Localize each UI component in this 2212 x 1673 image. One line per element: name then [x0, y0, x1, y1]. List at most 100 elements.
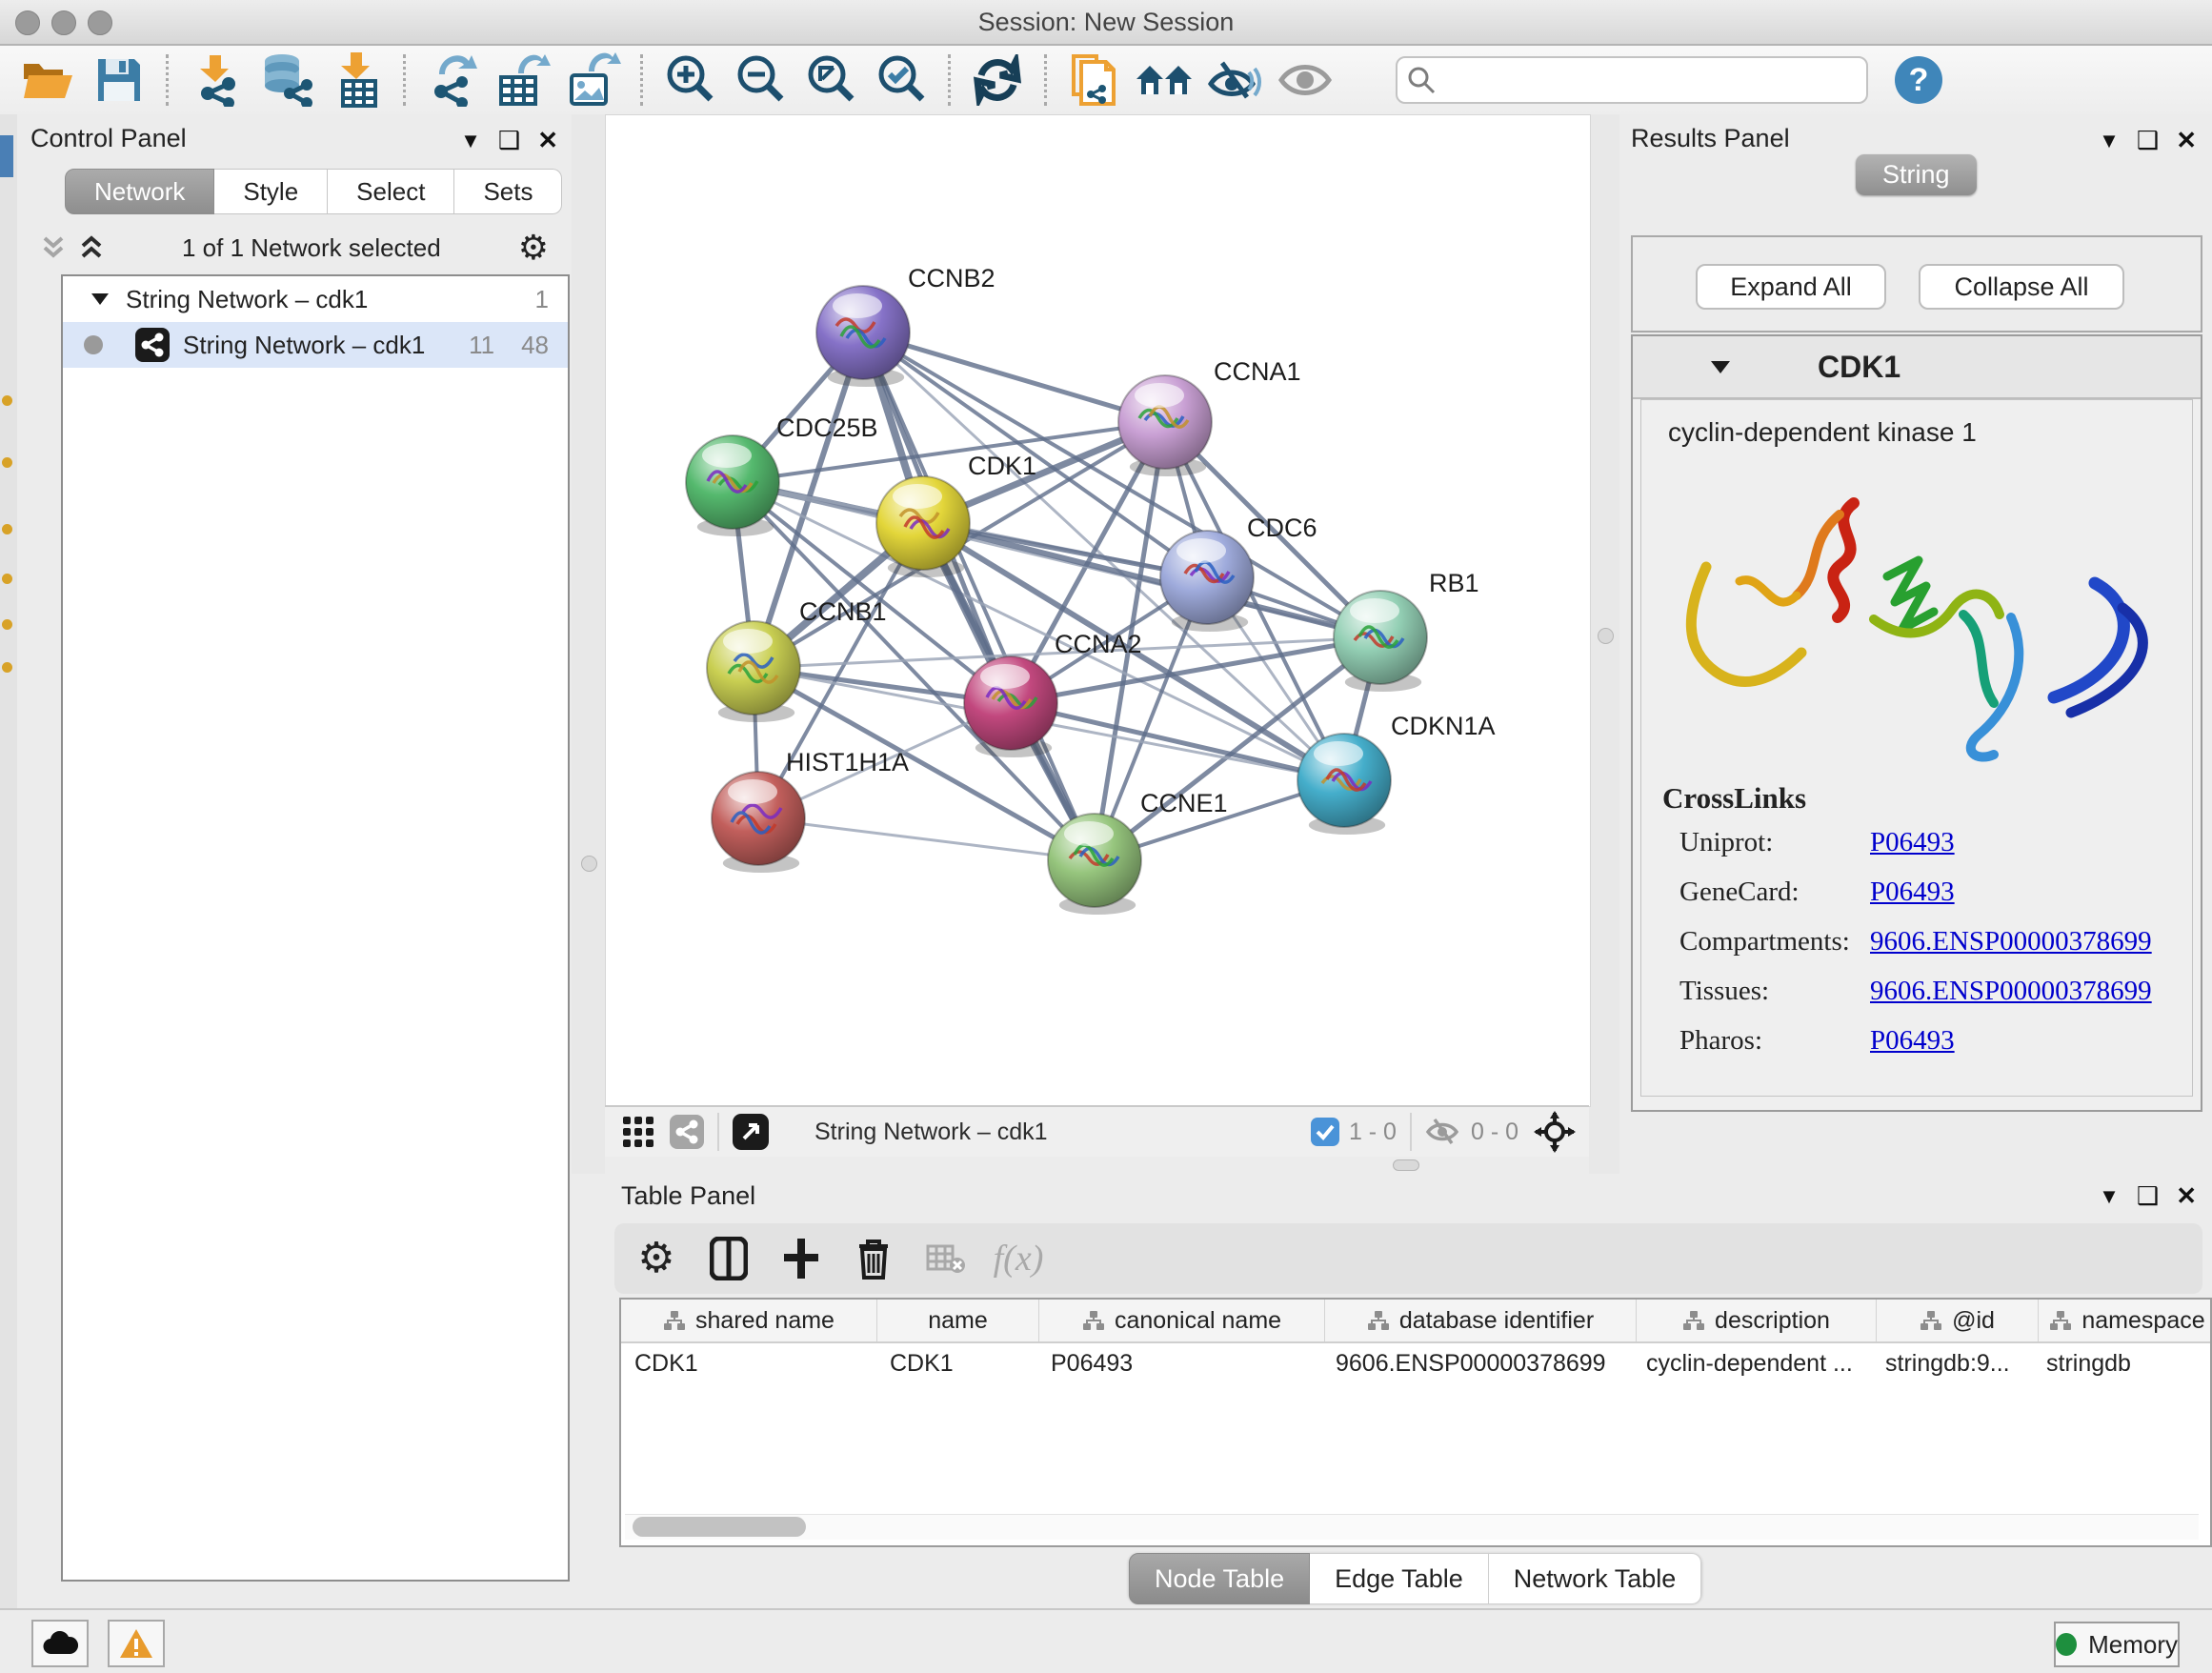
export-table-icon[interactable]	[493, 51, 553, 109]
gene-section-header[interactable]: CDK1	[1633, 336, 2201, 399]
column-header-name[interactable]: name	[877, 1300, 1039, 1341]
refresh-icon[interactable]	[968, 51, 1027, 109]
column-header-database-identifier[interactable]: database identifier	[1325, 1300, 1637, 1341]
add-column-icon[interactable]	[771, 1230, 832, 1287]
float-panel-icon[interactable]: ▼	[2099, 129, 2120, 153]
node-ccnb2[interactable]: CCNB2	[816, 264, 995, 387]
zoom-out-icon[interactable]	[731, 51, 790, 109]
warnings-button[interactable]	[108, 1620, 165, 1667]
scrollbar-thumb[interactable]	[633, 1517, 806, 1537]
hide-selected-icon[interactable]	[1205, 51, 1264, 109]
float-panel-icon[interactable]: ▼	[460, 129, 481, 153]
splitter-grip[interactable]	[581, 856, 597, 872]
table-cell[interactable]: P06493	[1037, 1343, 1322, 1383]
maximize-panel-icon[interactable]: ❑	[2137, 1181, 2159, 1211]
column-header-description[interactable]: description	[1637, 1300, 1877, 1341]
close-panel-icon[interactable]: ✕	[2176, 1181, 2197, 1211]
crosslink-link[interactable]: P06493	[1870, 827, 1955, 858]
tab-network[interactable]: Network	[65, 169, 214, 214]
search-box[interactable]	[1396, 56, 1868, 104]
splitter-left[interactable]	[572, 114, 605, 1174]
expand-all-button[interactable]: Expand All	[1696, 264, 1886, 310]
table-cell[interactable]: cyclin-dependent ...	[1633, 1343, 1872, 1383]
zoom-in-icon[interactable]	[660, 51, 719, 109]
splitter-right[interactable]	[1589, 114, 1619, 1174]
selected-checkbox-icon[interactable]	[1311, 1118, 1339, 1146]
crosslink-link[interactable]: P06493	[1870, 1025, 1955, 1057]
collapse-all-button[interactable]: Collapse All	[1919, 264, 2124, 310]
maximize-panel-icon[interactable]: ❑	[498, 126, 520, 155]
close-panel-icon[interactable]: ✕	[537, 126, 558, 155]
table-cell[interactable]: CDK1	[876, 1343, 1037, 1383]
table-cell[interactable]: 9606.ENSP00000378699	[1322, 1343, 1633, 1383]
collection-expand-icon[interactable]	[90, 292, 111, 307]
clone-network-icon[interactable]	[1064, 51, 1123, 109]
network-options-gear-icon[interactable]: ⚙	[518, 234, 549, 261]
column-header-canonical-name[interactable]: canonical name	[1039, 1300, 1325, 1341]
pan-crosshair-icon[interactable]	[1534, 1111, 1576, 1153]
show-columns-icon[interactable]	[698, 1230, 759, 1287]
home-icon[interactable]	[1135, 51, 1194, 109]
export-image-icon[interactable]	[564, 51, 623, 109]
network-edges[interactable]	[733, 333, 1380, 860]
tab-sets[interactable]: Sets	[454, 169, 562, 214]
splitter-grip-horizontal[interactable]	[1393, 1159, 1419, 1171]
crosslink-link[interactable]: 9606.ENSP00000378699	[1870, 926, 2152, 957]
node-rb1[interactable]: RB1	[1334, 569, 1479, 692]
table-row[interactable]: CDK1CDK1P064939606.ENSP00000378699cyclin…	[621, 1343, 2210, 1383]
network-canvas[interactable]: CCNB2CCNA1CDC25BCDK1CDC6RB1CCNB1CCNA2CDK…	[605, 114, 1591, 1107]
collapse-all-networks-icon[interactable]	[40, 234, 67, 261]
close-panel-icon[interactable]: ✕	[2176, 126, 2197, 155]
maximize-panel-icon[interactable]: ❑	[2137, 126, 2159, 155]
tab-string[interactable]: String	[1856, 154, 1977, 195]
open-session-icon[interactable]	[19, 51, 78, 109]
crosslink-link[interactable]: 9606.ENSP00000378699	[1870, 976, 2152, 1007]
show-all-icon[interactable]	[1276, 51, 1335, 109]
node-hist1h1a[interactable]: HIST1H1A	[712, 748, 909, 873]
column-header--id[interactable]: @id	[1877, 1300, 2039, 1341]
node-cdkn1a[interactable]: CDKN1A	[1297, 712, 1496, 835]
table-cell[interactable]: stringdb	[2033, 1343, 2210, 1383]
expand-all-networks-icon[interactable]	[78, 234, 105, 261]
delete-column-trash-icon[interactable]	[843, 1230, 904, 1287]
splitter-grip[interactable]	[1598, 628, 1614, 644]
node-ccna1[interactable]: CCNA1	[1118, 357, 1301, 476]
tab-select[interactable]: Select	[328, 169, 454, 214]
zoom-selected-icon[interactable]	[872, 51, 931, 109]
tab-edge-table[interactable]: Edge Table	[1310, 1553, 1489, 1604]
tab-style[interactable]: Style	[214, 169, 328, 214]
edge[interactable]	[1011, 703, 1344, 780]
birds-eye-view-icon[interactable]	[733, 1114, 769, 1150]
grid-view-icon[interactable]	[622, 1116, 654, 1148]
node-table[interactable]: shared namenamecanonical namedatabase id…	[619, 1298, 2212, 1547]
hidden-eye-icon[interactable]	[1425, 1117, 1461, 1147]
export-network-icon[interactable]	[423, 51, 482, 109]
save-session-icon[interactable]	[90, 51, 149, 109]
tab-node-table[interactable]: Node Table	[1129, 1553, 1310, 1604]
table-cell[interactable]: stringdb:9...	[1872, 1343, 2033, 1383]
node-ccnb1[interactable]: CCNB1	[707, 597, 887, 722]
crosslink-link[interactable]: P06493	[1870, 877, 1955, 908]
table-horizontal-scrollbar[interactable]	[625, 1514, 2199, 1540]
column-header-shared-name[interactable]: shared name	[621, 1300, 877, 1341]
edge[interactable]	[863, 333, 1095, 860]
table-cell[interactable]: CDK1	[621, 1343, 876, 1383]
zoom-fit-icon[interactable]	[801, 51, 860, 109]
edge[interactable]	[758, 818, 1095, 860]
search-input[interactable]	[1445, 60, 1866, 100]
network-view-icon[interactable]	[670, 1115, 704, 1149]
network-row[interactable]: String Network – cdk1 11 48	[63, 322, 568, 368]
import-network-icon[interactable]	[186, 51, 245, 109]
memory-button[interactable]: Memory	[2054, 1622, 2180, 1667]
gene-collapse-icon[interactable]	[1709, 359, 1732, 375]
cloud-sync-button[interactable]	[31, 1620, 89, 1667]
help-button[interactable]: ?	[1895, 56, 1942, 104]
table-options-gear-icon[interactable]: ⚙	[626, 1230, 687, 1287]
network-collection-row[interactable]: String Network – cdk1 1	[63, 276, 568, 322]
import-network-from-database-icon[interactable]	[256, 51, 315, 109]
column-header-namespace[interactable]: namespace	[2039, 1300, 2212, 1341]
node-ccne1[interactable]: CCNE1	[1048, 789, 1228, 915]
tab-network-table[interactable]: Network Table	[1489, 1553, 1702, 1604]
import-table-icon[interactable]	[327, 51, 386, 109]
float-panel-icon[interactable]: ▼	[2099, 1184, 2120, 1209]
